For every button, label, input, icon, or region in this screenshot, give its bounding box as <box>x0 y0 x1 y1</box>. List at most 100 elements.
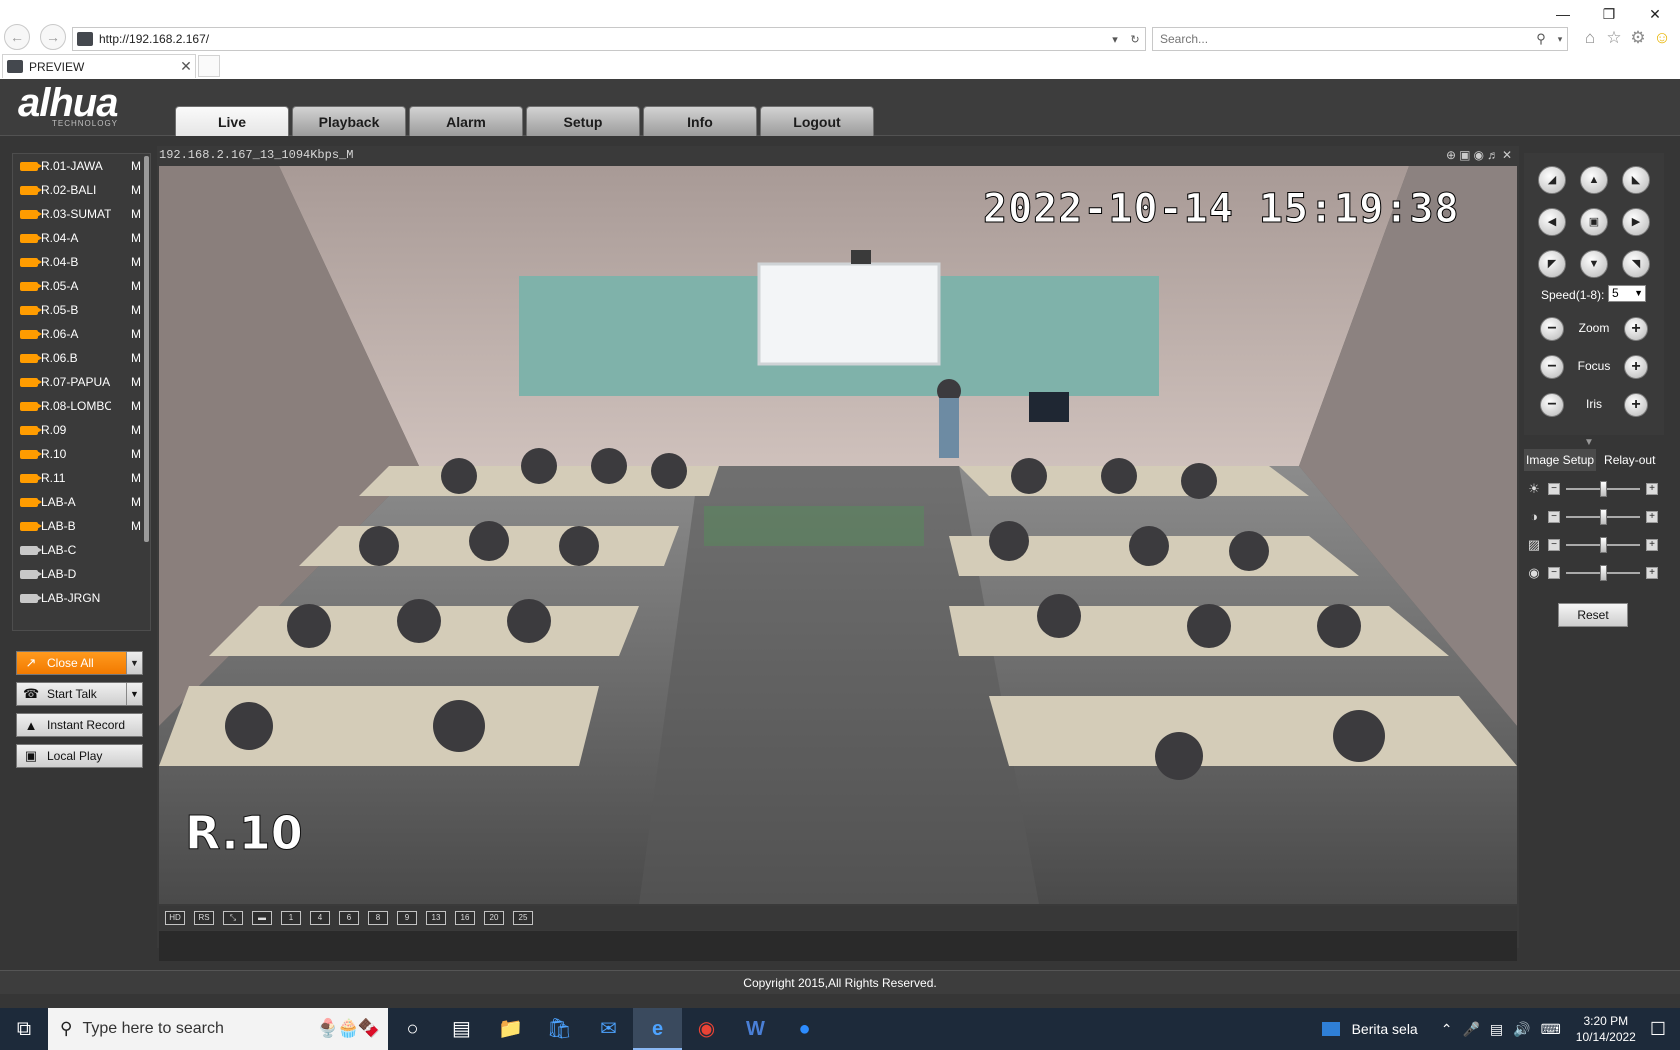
windows-start-icon[interactable]: ⧉ <box>0 1008 48 1050</box>
zoom-in-button[interactable]: + <box>1624 317 1648 341</box>
word-icon[interactable]: W <box>731 1008 780 1050</box>
taskbar-clock[interactable]: 3:20 PM 10/14/2022 <box>1576 1013 1636 1045</box>
channel-item[interactable]: LAB-JRGN <box>13 586 150 610</box>
hue-slider-thumb[interactable] <box>1600 565 1607 581</box>
contrast-decrease-button[interactable]: − <box>1548 511 1560 523</box>
ptz-up-right-button[interactable]: ◣ <box>1622 166 1650 194</box>
saturation-slider[interactable] <box>1566 537 1640 553</box>
channel-item[interactable]: R.01-JAWA M <box>13 154 150 178</box>
channel-item[interactable]: R.08-LOMBOK M <box>13 394 150 418</box>
channel-stream-flag[interactable]: M <box>131 255 141 269</box>
keyboard-icon[interactable]: ⌨ <box>1541 1021 1561 1038</box>
iris-open-button[interactable]: + <box>1624 393 1648 417</box>
contrast-increase-button[interactable]: + <box>1646 511 1658 523</box>
focus-near-button[interactable]: − <box>1540 355 1564 379</box>
network-icon[interactable]: ▤ <box>1490 1021 1503 1038</box>
channel-item[interactable]: LAB-C <box>13 538 150 562</box>
taskbar-search[interactable]: ⚲ Type here to search 🍨🧁🍫 <box>48 1008 388 1050</box>
browser-search-box[interactable]: ⚲ ▾ <box>1152 27 1568 51</box>
news-widget[interactable]: Berita sela <box>1321 1021 1418 1037</box>
record-icon[interactable]: ◉ <box>1473 148 1486 162</box>
store-icon[interactable]: 🛍 <box>535 1008 584 1050</box>
channel-stream-flag[interactable]: M <box>131 279 141 293</box>
channel-item[interactable]: R.03-SUMATERA M <box>13 202 150 226</box>
brightness-increase-button[interactable]: + <box>1646 483 1658 495</box>
channel-stream-flag[interactable]: M <box>131 231 141 245</box>
address-bar[interactable]: http://192.168.2.167/ ▾ ↻ <box>72 27 1146 51</box>
channel-item[interactable]: R.10 M <box>13 442 150 466</box>
layout-button[interactable]: HD <box>165 911 185 925</box>
channel-stream-flag[interactable]: M <box>131 399 141 413</box>
cortana-icon[interactable]: ○ <box>388 1008 437 1050</box>
tab-close-icon[interactable]: ✕ <box>177 58 195 75</box>
channel-item[interactable]: R.06-A M <box>13 322 150 346</box>
ptz-up-button[interactable]: ▲ <box>1580 166 1608 194</box>
layout-button[interactable]: RS <box>194 911 214 925</box>
channel-stream-flag[interactable]: M <box>131 495 141 509</box>
search-dropdown-icon[interactable]: ▾ <box>1553 34 1567 45</box>
file-explorer-icon[interactable]: 📁 <box>486 1008 535 1050</box>
ptz-down-button[interactable]: ▼ <box>1580 250 1608 278</box>
restore-button[interactable]: ❐ <box>1586 2 1632 26</box>
close-all-dropdown-icon[interactable]: ▼ <box>126 652 142 674</box>
channel-stream-flag[interactable]: M <box>131 447 141 461</box>
ptz-center-zoom-button[interactable]: ▣ <box>1580 208 1608 236</box>
ptz-right-button[interactable]: ▶ <box>1622 208 1650 236</box>
volume-icon[interactable]: 🔊 <box>1513 1021 1530 1038</box>
tab-relay-out[interactable]: Relay-out <box>1602 449 1657 471</box>
layout-button[interactable]: 1 <box>281 911 301 925</box>
favorites-star-icon[interactable]: ☆ <box>1604 28 1624 48</box>
close-all-button[interactable]: ↗ Close All ▼ <box>16 651 143 675</box>
channel-stream-flag[interactable]: M <box>131 207 141 221</box>
layout-button[interactable]: 16 <box>455 911 475 925</box>
focus-far-button[interactable]: + <box>1624 355 1648 379</box>
contrast-slider-thumb[interactable] <box>1600 509 1607 525</box>
brightness-decrease-button[interactable]: − <box>1548 483 1560 495</box>
hue-slider[interactable] <box>1566 565 1640 581</box>
local-play-button[interactable]: ▣ Local Play <box>16 744 143 768</box>
snapshot-icon[interactable]: ▣ <box>1459 148 1473 162</box>
saturation-slider-thumb[interactable] <box>1600 537 1607 553</box>
channel-stream-flag[interactable]: M <box>131 183 141 197</box>
speed-select[interactable]: 5 ▼ <box>1608 285 1646 302</box>
channel-stream-flag[interactable]: M <box>131 303 141 317</box>
contrast-slider[interactable] <box>1566 509 1640 525</box>
zoom-out-button[interactable]: − <box>1540 317 1564 341</box>
brightness-slider[interactable] <box>1566 481 1640 497</box>
channel-item[interactable]: R.07-PAPUA M <box>13 370 150 394</box>
channel-stream-flag[interactable]: M <box>131 423 141 437</box>
channel-item[interactable]: R.04-B M <box>13 250 150 274</box>
layout-button[interactable]: ▬ <box>252 911 272 925</box>
channel-item[interactable]: R.05-A M <box>13 274 150 298</box>
layout-button[interactable]: 4 <box>310 911 330 925</box>
channel-stream-flag[interactable]: M <box>131 375 141 389</box>
channel-stream-flag[interactable]: M <box>131 159 141 173</box>
instant-record-button[interactable]: ▲ Instant Record <box>16 713 143 737</box>
tab-setup[interactable]: Setup <box>526 106 640 136</box>
mail-icon[interactable]: ✉ <box>584 1008 633 1050</box>
tray-expand-icon[interactable]: ⌃ <box>1441 1021 1453 1038</box>
layout-button[interactable]: 6 <box>339 911 359 925</box>
channel-item[interactable]: R.06.B M <box>13 346 150 370</box>
smiley-feedback-icon[interactable]: ☺ <box>1652 28 1672 48</box>
ptz-up-left-button[interactable]: ◢ <box>1538 166 1566 194</box>
channel-item[interactable]: LAB-B M <box>13 514 150 538</box>
new-tab-button[interactable] <box>198 55 220 77</box>
address-dropdown-icon[interactable]: ▾ <box>1105 33 1125 46</box>
iris-close-button[interactable]: − <box>1540 393 1564 417</box>
channel-item[interactable]: R.09 M <box>13 418 150 442</box>
window-close-button[interactable]: ✕ <box>1632 2 1678 26</box>
address-url[interactable]: http://192.168.2.167/ <box>99 32 1105 46</box>
internet-explorer-icon[interactable]: e <box>633 1008 682 1050</box>
audio-icon[interactable]: ♬ <box>1487 148 1502 162</box>
layout-button[interactable]: 20 <box>484 911 504 925</box>
channel-stream-flag[interactable]: M <box>131 471 141 485</box>
channel-item[interactable]: R.02-BALI M <box>13 178 150 202</box>
microphone-icon[interactable]: 🎤 <box>1462 1021 1479 1038</box>
forward-button[interactable]: → <box>40 24 66 50</box>
search-icon[interactable]: ⚲ <box>1529 31 1553 47</box>
browser-search-input[interactable] <box>1160 32 1529 46</box>
ptz-left-button[interactable]: ◀ <box>1538 208 1566 236</box>
channel-item[interactable]: LAB-A M <box>13 490 150 514</box>
channel-stream-flag[interactable]: M <box>131 327 141 341</box>
